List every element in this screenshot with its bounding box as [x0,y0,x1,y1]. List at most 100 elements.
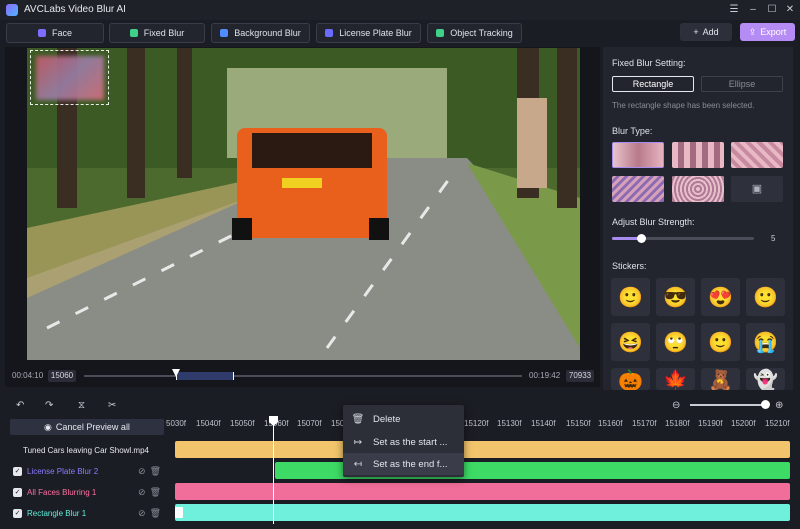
start-frame-field[interactable]: 15060 [48,370,76,382]
zoom-slider-track[interactable] [690,404,765,406]
sticker-eye-roll[interactable]: 🙄 [656,323,695,361]
track-row-rectangle[interactable]: ✓ Rectangle Blur 1 ⊘ 🗑 [5,503,165,523]
playhead-line [273,424,274,524]
faces-clip-bar[interactable] [175,483,790,500]
add-button[interactable]: + Add [680,23,732,41]
set-start-icon: ↦ [353,436,363,448]
blur-type-glass[interactable] [612,176,664,202]
ruler-tick: 15040f [196,419,221,428]
background-blur-icon [220,29,229,37]
ruler-tick: 15180f [665,419,690,428]
tab-label: Face [51,28,72,38]
end-time: 00:19:42 [529,371,561,380]
video-scene [27,48,580,360]
sticker-pumpkin[interactable]: 🎃 [611,368,650,390]
clip-handle[interactable] [175,507,183,518]
zoom-slider-knob[interactable] [761,400,770,409]
object-tracking-icon [436,29,445,37]
tab-label: License Plate Blur [339,28,412,38]
fixed-blur-icon [129,29,138,37]
ruler-tick: 15050f [230,419,255,428]
hide-icon[interactable]: ⊘ [138,466,146,477]
eye-icon: ◉ [44,421,52,432]
export-button[interactable]: ⇪ Export [740,23,795,41]
ruler-tick: 15200f [731,419,756,428]
sticker-crying[interactable]: 😭 [746,323,785,361]
menu-item-set-end[interactable]: ↤ Set as the end f... [343,453,464,475]
trash-icon[interactable]: 🗑 [150,466,161,477]
hide-icon[interactable]: ⊘ [138,508,146,519]
track-name: All Faces Blurring 1 [27,487,97,497]
tab-license-plate-blur[interactable]: License Plate Blur [316,23,421,43]
split-icon[interactable]: ⧖ [78,400,85,411]
minimize-icon[interactable]: – [746,3,760,17]
track-row-license-plate[interactable]: ✓ License Plate Blur 2 ⊘ 🗑 [5,461,165,481]
face-icon [37,29,46,37]
ruler-tick: 15210f [765,419,790,428]
ruler-tick: 15070f [297,419,322,428]
sticker-content[interactable]: 🙂 [701,323,740,361]
context-menu: 🗑 Delete ↦ Set as the start ... ↤ Set as… [343,405,464,477]
zoom-in-icon[interactable]: ⊕ [775,400,783,411]
sticker-leaf[interactable]: 🍁 [656,368,695,390]
tab-object-tracking[interactable]: Object Tracking [427,23,522,43]
tab-label: Object Tracking [450,28,513,38]
menu-item-delete[interactable]: 🗑 Delete [343,408,464,430]
sticker-ghost[interactable]: 👻 [746,368,785,390]
track-row-faces[interactable]: ✓ All Faces Blurring 1 ⊘ 🗑 [5,482,165,502]
rectangle-button[interactable]: Rectangle [612,76,694,92]
blur-selection-box[interactable] [30,50,109,105]
checkbox[interactable]: ✓ [13,487,22,497]
track-name: Rectangle Blur 1 [27,508,87,518]
maximize-icon[interactable]: ☐ [765,3,779,17]
blur-type-gaussian[interactable] [612,142,664,168]
sticker-heart-eyes[interactable]: 😍 [701,278,740,316]
ruler-tick: 15170f [632,419,657,428]
checkbox[interactable]: ✓ [13,508,22,518]
rectangle-clip-bar[interactable] [175,504,790,521]
tab-label: Fixed Blur [143,28,185,38]
shape-hint: The rectangle shape has been selected. [612,101,755,110]
sticker-smile[interactable]: 🙂 [611,278,650,316]
trash-icon[interactable]: 🗑 [150,508,161,519]
ellipse-button[interactable]: Ellipse [701,76,783,92]
sticker-laughing[interactable]: 😆 [611,323,650,361]
tab-face[interactable]: Face [6,23,104,43]
tab-background-blur[interactable]: Background Blur [211,23,310,43]
video-frame[interactable] [27,48,580,360]
video-clip-bar[interactable] [175,441,790,458]
cancel-preview-button[interactable]: ◉ Cancel Preview all [10,419,164,435]
trash-icon[interactable]: 🗑 [150,487,161,498]
cut-icon[interactable]: ✂ [108,400,116,411]
undo-icon[interactable]: ↶ [16,400,24,411]
checkbox[interactable]: ✓ [13,466,22,476]
sticker-bear[interactable]: 🧸 [701,368,740,390]
zoom-out-icon[interactable]: ⊖ [672,400,680,411]
sticker-sunglasses[interactable]: 😎 [656,278,695,316]
scrub-track[interactable] [84,375,522,377]
menu-item-set-start[interactable]: ↦ Set as the start ... [343,431,464,453]
tab-label: Background Blur [234,28,301,38]
tab-fixed-blur[interactable]: Fixed Blur [109,23,205,43]
strength-value: 5 [771,234,776,243]
blur-type-label: Blur Type: [612,126,653,136]
add-image-icon[interactable]: ▣ [731,176,783,202]
end-frame-field[interactable]: 70933 [566,370,594,382]
close-icon[interactable]: ✕ [783,3,797,17]
ruler-tick: 15140f [531,419,556,428]
blur-type-dots[interactable] [672,176,724,202]
blur-type-pixel[interactable] [731,142,783,168]
redo-icon[interactable]: ↷ [45,400,53,411]
ruler-tick: 15120f [464,419,489,428]
track-name: License Plate Blur 2 [27,466,99,476]
track-row-video[interactable]: Tuned Cars leaving Car Showl.mp4 [5,440,165,460]
strength-label: Adjust Blur Strength: [612,217,695,227]
ruler-tick: 15190f [698,419,723,428]
menu-icon[interactable]: ☰ [727,3,741,17]
app-title: AVCLabs Video Blur AI [24,4,126,15]
blur-type-mosaic[interactable] [672,142,724,168]
strength-slider-knob[interactable] [637,234,646,243]
scrub-range[interactable] [176,372,234,380]
sticker-smile-2[interactable]: 🙂 [746,278,785,316]
hide-icon[interactable]: ⊘ [138,487,146,498]
